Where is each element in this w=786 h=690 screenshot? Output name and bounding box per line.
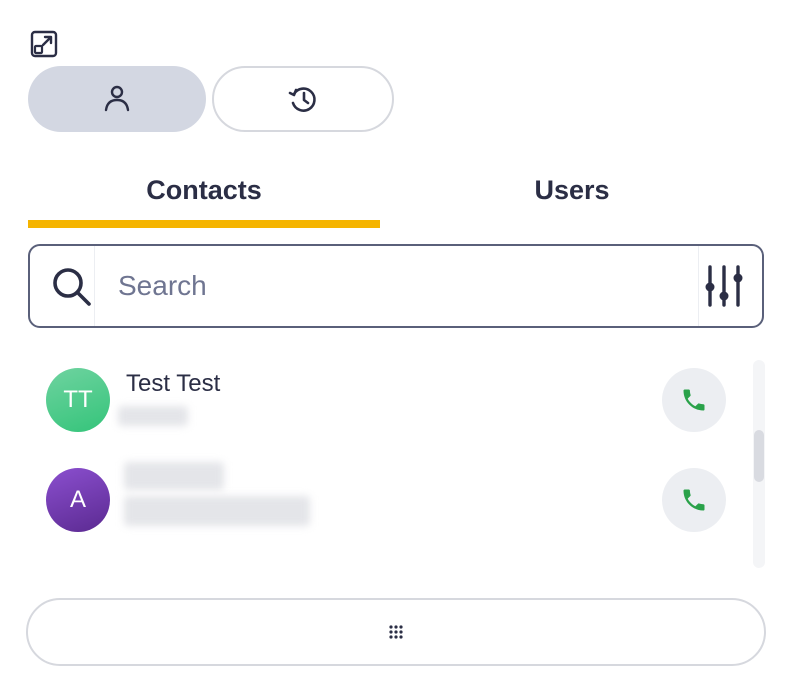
avatar: A bbox=[46, 468, 110, 532]
call-button[interactable] bbox=[662, 468, 726, 532]
redacted-contact-detail bbox=[118, 406, 188, 426]
contact-row[interactable]: TT Test Test bbox=[28, 360, 748, 450]
history-icon bbox=[288, 87, 316, 112]
phone-icon bbox=[683, 389, 705, 411]
scrollbar[interactable] bbox=[753, 360, 765, 568]
search-box bbox=[28, 244, 764, 328]
search-divider bbox=[94, 246, 95, 326]
tab-users[interactable]: Users bbox=[392, 160, 752, 220]
popout-button[interactable] bbox=[28, 28, 60, 60]
contact-row[interactable]: A bbox=[28, 460, 748, 550]
tab-contacts[interactable]: Contacts bbox=[28, 160, 380, 220]
avatar: TT bbox=[46, 368, 110, 432]
redacted-contact-name bbox=[124, 462, 224, 490]
dialpad-button[interactable] bbox=[26, 598, 766, 666]
scrollbar-thumb[interactable] bbox=[754, 430, 764, 482]
redacted-contact-detail bbox=[124, 496, 310, 526]
contact-name: Test Test bbox=[126, 370, 221, 397]
call-button[interactable] bbox=[662, 368, 726, 432]
dialpad-icon bbox=[389, 625, 403, 639]
search-input[interactable] bbox=[118, 264, 688, 308]
search-divider bbox=[698, 246, 699, 326]
history-mode-toggle[interactable] bbox=[212, 66, 394, 132]
phone-icon bbox=[683, 489, 705, 511]
contacts-mode-toggle[interactable] bbox=[28, 66, 206, 132]
search-icon bbox=[53, 268, 91, 306]
popout-icon bbox=[30, 30, 58, 58]
person-icon bbox=[104, 85, 130, 112]
active-tab-indicator bbox=[28, 220, 380, 228]
filter-sliders-icon[interactable] bbox=[702, 264, 746, 308]
contact-list: TT Test Test A bbox=[28, 360, 764, 568]
